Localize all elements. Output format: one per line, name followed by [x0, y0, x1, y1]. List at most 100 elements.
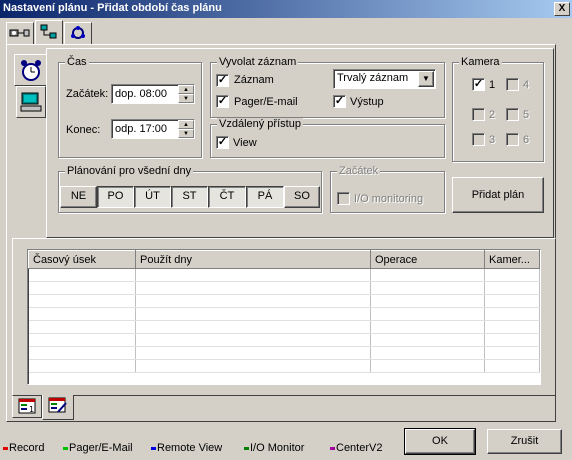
table-cell — [370, 320, 485, 334]
plan-table-grid: Časový úsek Použít dny Operace Kamer... — [28, 250, 540, 373]
day-button-friday[interactable]: PÁ — [246, 186, 284, 208]
table-row[interactable] — [28, 307, 540, 321]
cancel-button[interactable]: Zrušit — [487, 429, 562, 454]
camera-link-icon — [9, 29, 30, 37]
table-cell — [484, 333, 540, 347]
add-plan-label: Přidat plán — [471, 189, 525, 201]
day-label: PO — [107, 190, 124, 202]
column-header-operation[interactable]: Operace — [370, 250, 485, 269]
camera-group-legend: Kamera — [459, 56, 502, 68]
table-cell — [28, 281, 136, 295]
window-title-bar[interactable]: Nastavení plánu - Přidat období čas plán… — [0, 0, 572, 18]
camera-group: Kamera — [452, 56, 544, 162]
tab-plan-list[interactable]: 1 — [12, 396, 42, 418]
column-header-time-range[interactable]: Časový úsek — [28, 250, 136, 269]
table-cell — [370, 333, 485, 347]
close-button[interactable]: X — [554, 2, 570, 16]
tab-network-tree[interactable] — [35, 20, 63, 44]
camera-1-checkbox[interactable]: ✓ — [472, 78, 485, 91]
table-cell — [135, 268, 371, 282]
table-cell — [28, 307, 136, 321]
table-cell — [135, 307, 371, 321]
day-button-monday[interactable]: PO — [97, 186, 134, 208]
record-type-value: Trvalý záznam — [337, 72, 409, 84]
day-label: NE — [70, 190, 87, 202]
table-cell — [135, 294, 371, 308]
table-row[interactable] — [28, 281, 540, 295]
day-button-sunday[interactable]: NE — [60, 186, 97, 208]
camera-4-checkbox[interactable] — [506, 78, 519, 91]
table-cell — [28, 346, 136, 360]
table-cell — [484, 346, 540, 360]
table-cell — [135, 281, 371, 295]
pager-email-checkbox[interactable]: ✓ — [216, 95, 229, 108]
table-row[interactable] — [28, 294, 540, 308]
view-label: View — [233, 137, 257, 149]
add-plan-button[interactable]: Přidat plán — [452, 177, 544, 213]
table-cell — [28, 294, 136, 308]
network-sync-icon — [71, 26, 85, 39]
day-button-saturday[interactable]: SO — [284, 186, 320, 208]
day-button-wednesday[interactable]: ST — [171, 186, 208, 208]
plan-table[interactable]: Časový úsek Použít dny Operace Kamer... — [27, 249, 541, 385]
table-cell — [370, 346, 485, 360]
column-header-days[interactable]: Použít dny — [135, 250, 371, 269]
view-checkbox[interactable]: ✓ — [216, 136, 229, 149]
day-button-thursday[interactable]: ČT — [208, 186, 246, 208]
network-tree-icon — [40, 24, 57, 39]
table-row[interactable] — [28, 346, 540, 360]
legend-pager-email: Pager/E-Mail — [63, 442, 133, 454]
table-cell — [484, 307, 540, 321]
table-cell — [484, 281, 540, 295]
record-type-select[interactable]: Trvalý záznam ▼ — [333, 69, 436, 89]
spin-up-icon[interactable]: ▲ — [178, 85, 194, 94]
tab-network-sync[interactable] — [64, 22, 92, 44]
camera-2-label: 2 — [489, 109, 496, 121]
legend-label: Remote View — [157, 442, 223, 454]
output-checkbox[interactable]: ✓ — [333, 95, 346, 108]
day-label: PÁ — [257, 190, 273, 202]
legend-swatch — [151, 446, 156, 450]
camera-3-checkbox[interactable] — [472, 133, 485, 146]
table-header-row: Časový úsek Použít dny Operace Kamer... — [28, 250, 540, 269]
camera-3-label: 3 — [489, 134, 496, 146]
table-cell — [484, 294, 540, 308]
table-cell — [28, 359, 136, 373]
spin-down-icon[interactable]: ▼ — [178, 129, 194, 138]
record-checkbox[interactable]: ✓ — [216, 74, 229, 87]
tab-camera-link[interactable] — [6, 22, 34, 44]
column-header-camera[interactable]: Kamer... — [484, 250, 540, 269]
cancel-label: Zrušit — [510, 435, 539, 447]
camera-2-checkbox[interactable] — [472, 108, 485, 121]
side-tab-time[interactable] — [14, 54, 46, 86]
legend-record: Record — [3, 442, 44, 454]
start-time-spinner[interactable]: ▲ ▼ — [178, 85, 194, 103]
side-tab-computer[interactable] — [16, 86, 46, 118]
calendar-list-icon: 1 — [18, 398, 36, 414]
end-time-spinner[interactable]: ▲ ▼ — [178, 120, 194, 138]
table-row[interactable] — [28, 359, 540, 373]
record-label: Záznam — [234, 74, 274, 86]
table-cell — [370, 268, 485, 282]
chevron-down-icon[interactable]: ▼ — [418, 71, 434, 87]
spin-down-icon[interactable]: ▼ — [178, 94, 194, 103]
day-button-tuesday[interactable]: ÚT — [134, 186, 171, 208]
table-cell — [135, 346, 371, 360]
legend-io-monitor: I/O Monitor — [244, 442, 304, 454]
legend-swatch — [244, 446, 249, 450]
svg-text:1: 1 — [29, 405, 34, 414]
table-cell — [370, 359, 485, 373]
legend-label: I/O Monitor — [250, 442, 305, 454]
tab-plan-edit[interactable] — [42, 395, 74, 420]
table-cell — [484, 320, 540, 334]
table-row[interactable] — [28, 268, 540, 282]
remote-access-legend: Vzdálený přístup — [217, 118, 303, 130]
ok-button[interactable]: OK — [404, 428, 476, 455]
end-label: Konec: — [66, 124, 101, 136]
table-row[interactable] — [28, 320, 540, 334]
camera-5-checkbox[interactable] — [506, 108, 519, 121]
io-monitoring-checkbox[interactable] — [337, 192, 350, 205]
spin-up-icon[interactable]: ▲ — [178, 120, 194, 129]
table-row[interactable] — [28, 333, 540, 347]
camera-6-checkbox[interactable] — [506, 133, 519, 146]
